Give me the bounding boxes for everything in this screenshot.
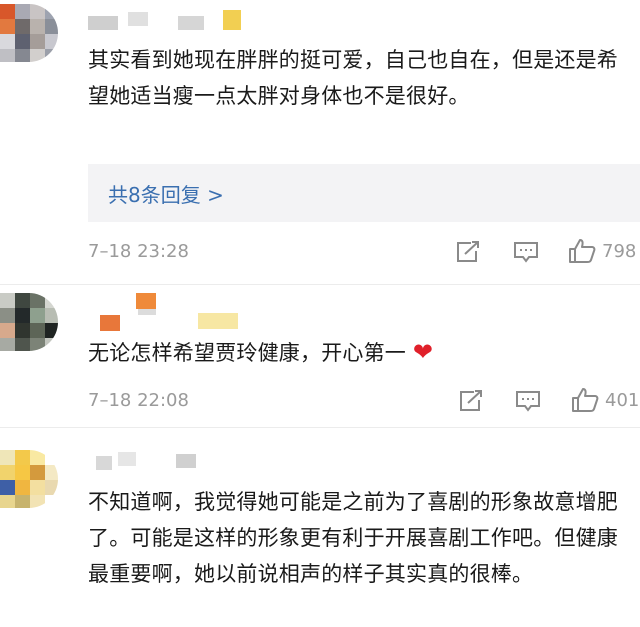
- view-replies-link[interactable]: 共8条回复 >: [108, 179, 224, 208]
- comment-2: 无论怎样希望贾玲健康，开心第一 ❤ 7–18 22:08 401: [0, 285, 640, 426]
- thumbs-up-icon[interactable]: [568, 238, 596, 264]
- like-count: 401: [605, 390, 640, 411]
- comment-icon[interactable]: [515, 389, 541, 413]
- comment-icon[interactable]: [513, 240, 539, 264]
- share-icon[interactable]: [458, 389, 484, 413]
- username-blurred[interactable]: [88, 293, 248, 331]
- comment-text-content: 无论怎样希望贾玲健康，开心第一: [88, 341, 406, 365]
- comment-3: 不知道啊，我觉得她可能是之前为了喜剧的形象故意增肥了。可能是这样的形象更有利于开…: [0, 428, 640, 627]
- comment-text: 其实看到她现在胖胖的挺可爱，自己也自在，但是还是希望她适当瘦一点太胖对身体也不是…: [88, 48, 618, 108]
- share-icon[interactable]: [455, 240, 481, 264]
- heart-emoji: ❤: [412, 338, 434, 366]
- username-blurred[interactable]: [88, 450, 218, 476]
- replies-box[interactable]: 共8条回复 >: [88, 164, 640, 222]
- comment-text: 无论怎样希望贾玲健康，开心第一 ❤: [88, 334, 622, 371]
- comment-1: 其实看到她现在胖胖的挺可爱，自己也自在，但是还是希望她适当瘦一点太胖对身体也不是…: [0, 0, 640, 283]
- like-count: 798: [602, 241, 637, 262]
- comment-time: 7–18 23:28: [88, 241, 189, 262]
- comment-time: 7–18 22:08: [88, 390, 189, 411]
- comment-text: 不知道啊，我觉得她可能是之前为了喜剧的形象故意增肥了。可能是这样的形象更有利于开…: [88, 490, 618, 586]
- avatar[interactable]: [0, 450, 58, 508]
- thumbs-up-icon[interactable]: [571, 387, 599, 413]
- avatar[interactable]: [0, 4, 58, 62]
- username-blurred[interactable]: [88, 10, 268, 36]
- avatar[interactable]: [0, 293, 58, 351]
